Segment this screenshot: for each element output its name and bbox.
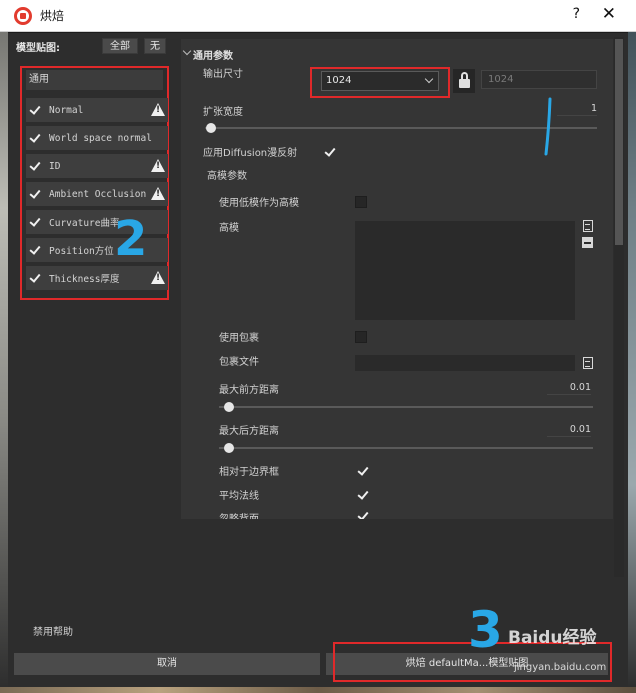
annotation-marker-1 bbox=[544, 97, 552, 156]
add-file-icon[interactable] bbox=[583, 220, 593, 232]
remove-file-icon[interactable] bbox=[582, 237, 593, 248]
warning-icon bbox=[151, 271, 165, 284]
baidu-watermark: Baidu经验 bbox=[508, 628, 597, 648]
warning-icon bbox=[151, 103, 165, 116]
map-item-label: ID bbox=[49, 160, 61, 172]
annotation-marker-3: 3 bbox=[468, 601, 503, 659]
dilation-width-label: 扩张宽度 bbox=[203, 107, 243, 118]
average-normals-label: 平均法线 bbox=[219, 491, 259, 502]
scrollbar-thumb[interactable] bbox=[615, 39, 623, 245]
close-button[interactable]: ✕ bbox=[602, 4, 616, 24]
chevron-down-icon bbox=[424, 74, 434, 84]
cage-file-field[interactable] bbox=[355, 355, 575, 371]
dilation-width-value[interactable]: 1 bbox=[557, 103, 597, 116]
window-title: 烘焙 bbox=[40, 9, 65, 23]
background-scene-right bbox=[628, 0, 636, 693]
map-item[interactable]: ID bbox=[26, 154, 168, 178]
map-item-label: Thickness厚度 bbox=[49, 274, 120, 285]
map-item-label: Position方位 bbox=[49, 246, 114, 257]
mesh-maps-header: 模型贴图: bbox=[16, 43, 60, 54]
map-item-checkbox[interactable] bbox=[29, 104, 41, 116]
annotation-marker-2: 2 bbox=[114, 211, 148, 267]
max-rear-distance-value[interactable]: 0.01 bbox=[547, 424, 591, 437]
max-rear-distance-slider-handle[interactable] bbox=[223, 443, 234, 453]
browse-file-icon[interactable] bbox=[583, 357, 593, 369]
dilation-width-slider-handle[interactable] bbox=[206, 123, 216, 133]
maps-group-title[interactable]: 通用 bbox=[26, 70, 163, 90]
map-item-checkbox[interactable] bbox=[29, 160, 41, 172]
select-none-button[interactable]: 无 bbox=[144, 38, 166, 54]
common-parameters-panel: 通用参数 输出尺寸 1024 1024 扩张宽度 1 应用Diffusion漫反… bbox=[181, 39, 613, 519]
lock-ratio-button[interactable] bbox=[453, 69, 475, 93]
map-item-checkbox[interactable] bbox=[29, 188, 41, 200]
map-item-label: World space normal bbox=[49, 132, 152, 144]
apply-diffusion-label: 应用Diffusion漫反射 bbox=[203, 148, 298, 159]
warning-icon bbox=[151, 159, 165, 172]
substance-logo-icon bbox=[14, 6, 32, 25]
background-scene-bottom bbox=[0, 687, 636, 693]
map-item-checkbox[interactable] bbox=[29, 132, 41, 144]
map-item-label: Curvature曲率 bbox=[49, 218, 120, 229]
ignore-backface-label: 忽略背面 bbox=[219, 510, 259, 519]
common-parameters-title[interactable]: 通用参数 bbox=[193, 47, 233, 62]
use-low-as-high-checkbox[interactable] bbox=[355, 196, 367, 208]
output-size-value: 1024 bbox=[326, 75, 352, 86]
map-item[interactable]: Thickness厚度 bbox=[26, 266, 168, 290]
baidu-watermark-url: jingyan.baidu.com bbox=[514, 662, 607, 673]
max-front-distance-slider[interactable] bbox=[219, 406, 593, 408]
relative-to-bbox-checkbox[interactable] bbox=[357, 465, 369, 477]
bake-dialog: 模型贴图: 全部 无 通用 Normal World space normal ID… bbox=[8, 33, 628, 687]
max-front-distance-slider-handle[interactable] bbox=[223, 402, 234, 412]
select-all-button[interactable]: 全部 bbox=[102, 38, 138, 54]
use-cage-label: 使用包裹 bbox=[219, 333, 259, 344]
cancel-button[interactable]: 取消 bbox=[14, 653, 320, 675]
ignore-backface-checkbox[interactable] bbox=[357, 510, 369, 519]
output-size-height-field: 1024 bbox=[481, 70, 597, 89]
background-scene-left bbox=[0, 0, 8, 693]
cage-file-label: 包裹文件 bbox=[219, 357, 259, 368]
output-size-label: 输出尺寸 bbox=[203, 69, 243, 80]
max-front-distance-label: 最大前方距离 bbox=[219, 385, 279, 396]
map-item[interactable]: Normal bbox=[26, 98, 168, 122]
output-size-select[interactable]: 1024 bbox=[321, 71, 439, 91]
high-poly-mesh-list[interactable] bbox=[355, 221, 575, 320]
map-item-label: Ambient Occlusion bbox=[49, 188, 147, 200]
map-item-label: Normal bbox=[49, 104, 84, 116]
map-item-checkbox[interactable] bbox=[29, 216, 41, 228]
average-normals-checkbox[interactable] bbox=[357, 489, 369, 501]
use-cage-checkbox[interactable] bbox=[355, 331, 367, 343]
map-item-checkbox[interactable] bbox=[29, 244, 41, 256]
max-front-distance-value[interactable]: 0.01 bbox=[547, 382, 591, 395]
high-poly-params-label: 高模参数 bbox=[207, 171, 247, 182]
collapse-chevron-icon[interactable] bbox=[182, 46, 192, 56]
map-item-checkbox[interactable] bbox=[29, 272, 41, 284]
apply-diffusion-checkbox[interactable] bbox=[324, 146, 336, 158]
high-poly-label: 高模 bbox=[219, 223, 239, 234]
use-low-as-high-label: 使用低模作为高模 bbox=[219, 198, 299, 209]
map-item[interactable]: World space normal bbox=[26, 126, 168, 150]
dilation-width-slider[interactable] bbox=[205, 127, 597, 129]
relative-to-bbox-label: 相对于边界框 bbox=[219, 467, 279, 478]
max-rear-distance-slider[interactable] bbox=[219, 447, 593, 449]
disable-help-link[interactable]: 禁用帮助 bbox=[33, 623, 73, 638]
help-button[interactable]: ? bbox=[573, 6, 580, 22]
max-rear-distance-label: 最大后方距离 bbox=[219, 426, 279, 437]
title-bar: 烘焙 ? ✕ bbox=[0, 0, 636, 32]
warning-icon bbox=[151, 187, 165, 200]
map-item[interactable]: Ambient Occlusion bbox=[26, 182, 168, 206]
